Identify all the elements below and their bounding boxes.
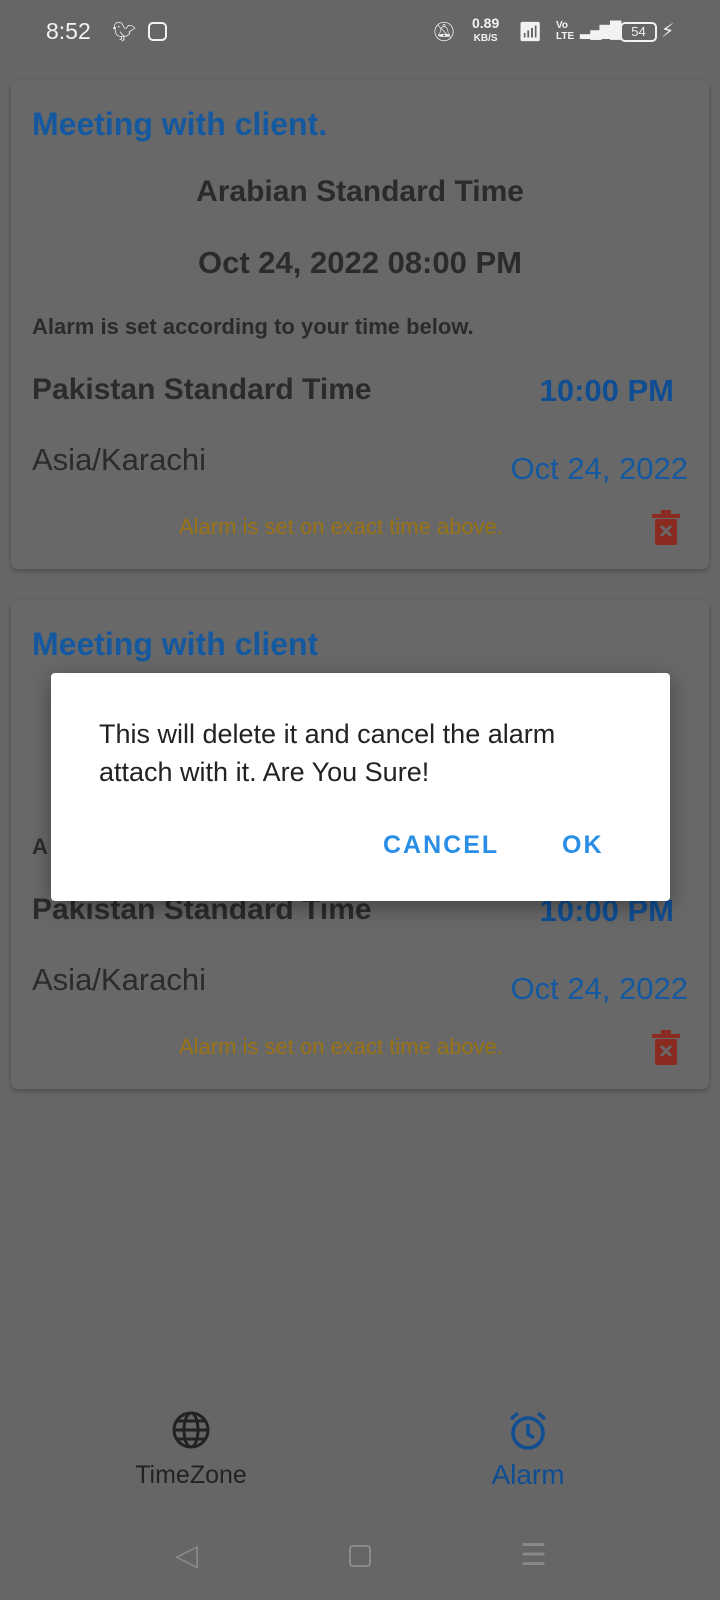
net-speed: 0.89 KB/S [472, 15, 500, 45]
source-datetime: Oct 24, 2022 08:00 PM [198, 245, 522, 280]
tab-alarm[interactable]: Alarm [428, 1410, 628, 1491]
alarm-title: Meeting with client. [32, 106, 328, 142]
ok-button[interactable]: OK [562, 831, 604, 860]
twitter-icon: 🐦︎ [112, 22, 137, 43]
alarm-note: Alarm is set according to your time belo… [32, 314, 474, 339]
instagram-icon [148, 22, 167, 41]
exact-time-note: Alarm is set on exact time above. [178, 1034, 504, 1059]
exact-time-note: Alarm is set on exact time above. [178, 514, 504, 539]
local-timezone: Pakistan Standard Time [32, 373, 372, 406]
dialog-message: This will delete it and cancel the alarm… [99, 719, 556, 787]
local-time: 10:00 PM [539, 373, 674, 408]
tab-label: Alarm [491, 1459, 565, 1490]
net-speed-value: 0.89 [472, 15, 500, 31]
globe-icon [172, 1411, 210, 1449]
signal-icon: ▂▄▆█ [580, 22, 621, 39]
confirm-delete-dialog: This will delete it and cancel the alarm… [51, 673, 670, 901]
tab-timezone[interactable]: TimeZone [91, 1410, 291, 1490]
back-button[interactable]: ◁ [175, 1538, 198, 1573]
clock: 8:52 [46, 18, 91, 44]
mute-bell-icon: 🔕︎ [432, 22, 457, 43]
recents-menu-button[interactable]: ☰ [520, 1538, 547, 1573]
alarm-clock-icon [509, 1411, 547, 1450]
trash-icon[interactable] [652, 1030, 680, 1066]
wifi-icon: 📶︎ [518, 22, 543, 43]
alarm-note: A [32, 834, 48, 859]
alarm-card[interactable]: Meeting with client. Arabian Standard Ti… [11, 80, 709, 569]
net-speed-unit: KB/S [473, 33, 498, 44]
local-zone-id: Asia/Karachi [32, 962, 207, 997]
tab-label: TimeZone [135, 1461, 247, 1489]
source-timezone: Arabian Standard Time [196, 175, 524, 208]
cancel-button[interactable]: CANCEL [383, 831, 499, 860]
charging-icon: ⚡︎ [661, 21, 675, 42]
battery-icon: 54 [620, 22, 657, 42]
trash-icon[interactable] [652, 510, 680, 546]
home-button[interactable] [349, 1545, 371, 1567]
status-bar: 8:52 🐦︎ 🔕︎ 0.89 KB/S 📶︎ Vo LTE ▂▄▆█ 54 ⚡︎ [0, 0, 720, 64]
alarm-title: Meeting with client [32, 626, 319, 662]
local-date: Oct 24, 2022 [510, 451, 688, 486]
local-date: Oct 24, 2022 [510, 971, 688, 1006]
volte-indicator: Vo LTE [556, 20, 575, 42]
local-zone-id: Asia/Karachi [32, 442, 207, 477]
